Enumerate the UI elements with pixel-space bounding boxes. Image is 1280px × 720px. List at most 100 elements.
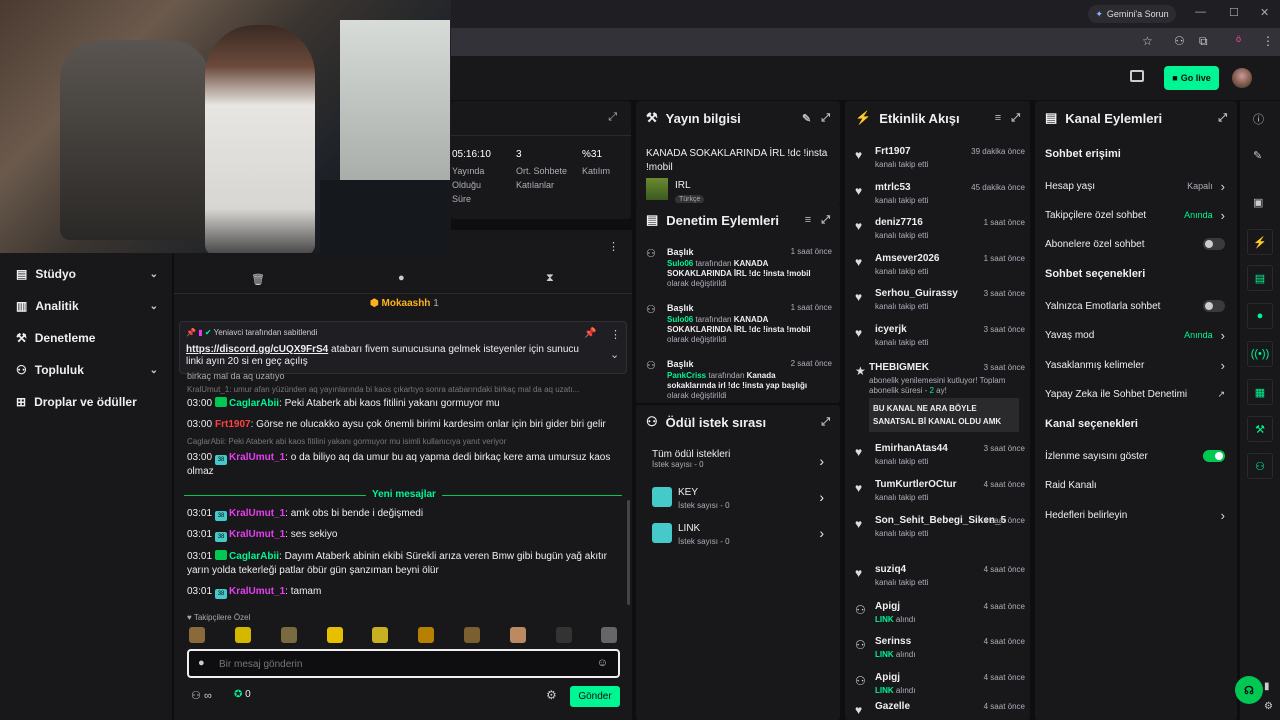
reward-row-link[interactable]: LINK İstek sayısı - 0 › bbox=[652, 523, 828, 553]
toggle-switch[interactable] bbox=[1203, 450, 1225, 462]
channel-action-row[interactable]: Hesap yaşı Kapalı › bbox=[1045, 177, 1225, 195]
chat-menu-icon[interactable]: ⋮ bbox=[608, 240, 619, 253]
star-icon[interactable]: ☆ bbox=[1142, 34, 1153, 48]
mod-action[interactable]: ⚇ Başlık 1 saat önce Sulo06 tarafından KANA… bbox=[646, 247, 832, 291]
gemini-button[interactable]: ✦ Gemini'a Sorun bbox=[1088, 5, 1176, 23]
popout-icon[interactable]: ⤢ bbox=[1011, 112, 1020, 125]
channel-action-row[interactable]: Yalnızca Emotlarla sohbet bbox=[1045, 297, 1225, 315]
edit-icon[interactable]: ✎ bbox=[1253, 149, 1262, 162]
sub-badge[interactable]: 38 bbox=[215, 532, 228, 542]
message-user[interactable]: CaglarAbii bbox=[229, 551, 279, 562]
emote-6[interactable] bbox=[418, 627, 434, 643]
unpin-icon[interactable]: 📌 bbox=[584, 328, 596, 339]
event-item[interactable]: ♥ Serhou_Guirassy 3 saat önce kanalı takip … bbox=[855, 288, 1025, 318]
channel-action-row[interactable]: Raid Kanalı bbox=[1045, 476, 1225, 494]
toggle-switch[interactable] bbox=[1203, 238, 1225, 250]
nav-studio[interactable]: ▤ Stüdyo ⌄ bbox=[16, 267, 158, 281]
pinned-message[interactable]: 📌 ▮ ✔ Yeniavci tarafından sabitlendi htt… bbox=[179, 321, 627, 374]
mod-action[interactable]: ⚇ Başlık 1 saat önce Sulo06 tarafından KANA… bbox=[646, 303, 832, 347]
message-user[interactable]: KralUmut_1 bbox=[229, 529, 285, 540]
emote-picker-icon[interactable]: ☺ bbox=[597, 657, 608, 669]
community-icon[interactable]: ⚇ bbox=[1247, 453, 1273, 479]
top-chatter[interactable]: ⬢ Mokaashh 1 bbox=[370, 298, 439, 309]
info-icon[interactable]: ⓘ bbox=[1253, 111, 1264, 127]
action-user[interactable]: Sulo06 bbox=[667, 315, 693, 324]
chat-message[interactable]: 03:01 38 KralUmut_1: ses sekiyo bbox=[187, 528, 617, 542]
chat-bubble-icon[interactable]: ● bbox=[1247, 303, 1273, 329]
avatar[interactable] bbox=[1232, 68, 1252, 88]
edit-icon[interactable]: ✎ bbox=[802, 112, 811, 125]
chat-message[interactable]: 03:00 CaglarAbii: Peki Ataberk abi kaos f… bbox=[187, 397, 617, 411]
reward-row-key[interactable]: KEY İstek sayısı - 0 › bbox=[652, 487, 828, 517]
message-user[interactable]: KralUmut_1 bbox=[229, 452, 285, 463]
event-item[interactable]: ⚇ Apigj 4 saat önce LINK alındı bbox=[855, 601, 1025, 631]
nav-community[interactable]: ⚇ Topluluk ⌄ bbox=[16, 363, 158, 377]
filter-icon[interactable]: ≡ bbox=[995, 112, 1001, 125]
nav-analytics[interactable]: ▥ Analitik ⌄ bbox=[16, 299, 158, 313]
camera-icon[interactable] bbox=[1130, 70, 1144, 82]
mod-action[interactable]: ⚇ Başlık 2 saat önce PankCriss tarafından K… bbox=[646, 359, 832, 403]
settings-icon[interactable]: ⚙ bbox=[1264, 701, 1273, 712]
nav-drops[interactable]: ⊞ Droplar ve ödüller bbox=[16, 395, 158, 409]
bits-info[interactable]: ⚇ ∞ bbox=[191, 689, 212, 702]
popout-icon[interactable]: ⤢ bbox=[821, 214, 830, 227]
event-item[interactable]: ♥ suziq4 4 saat önce kanalı takip etti bbox=[855, 564, 1025, 594]
broadcast-icon[interactable]: ((•)) bbox=[1247, 341, 1273, 367]
channel-points[interactable]: ✪ 0 bbox=[234, 689, 251, 700]
emote-4[interactable] bbox=[327, 627, 343, 643]
mic-icon[interactable]: ▮ bbox=[1264, 681, 1270, 692]
list-icon[interactable]: ▤ bbox=[1247, 265, 1273, 291]
pinned-link[interactable]: https://discord.gg/cUQX9FrS4 bbox=[186, 344, 328, 355]
chat-bubble-icon[interactable]: ● bbox=[398, 272, 405, 284]
popout-icon[interactable]: ⤢ bbox=[821, 112, 830, 125]
channel-action-row[interactable]: Yapay Zeka ile Sohbet Denetimi ↗ bbox=[1045, 385, 1225, 403]
emote-10[interactable] bbox=[601, 627, 617, 643]
popout-icon[interactable]: ⤢ bbox=[1218, 112, 1227, 125]
channel-action-row[interactable]: Yasaklanmış kelimeler › bbox=[1045, 356, 1225, 374]
filter-icon[interactable]: ≡ bbox=[805, 214, 811, 227]
vip-badge[interactable] bbox=[215, 550, 228, 560]
chat-scrollbar[interactable] bbox=[627, 500, 630, 605]
event-item[interactable]: ♥ Amsever2026 1 saat önce kanalı takip etti bbox=[855, 253, 1025, 283]
chat-message[interactable]: 03:00 Frt1907: Görse ne olucakko aysu çok… bbox=[187, 418, 617, 432]
message-user[interactable]: CaglarAbii bbox=[229, 398, 279, 409]
wrench-icon[interactable]: ⚒ bbox=[1247, 416, 1273, 442]
lightning-icon[interactable]: ⚡ bbox=[1247, 229, 1273, 255]
puzzle-icon[interactable]: ⧉ bbox=[1199, 34, 1208, 49]
chat-settings-icon[interactable]: ⚙ bbox=[546, 688, 557, 702]
channel-action-row[interactable]: Hedefleri belirleyin › bbox=[1045, 506, 1225, 524]
event-item[interactable]: ♥ mtrlc53 45 dakika önce kanalı takip etti bbox=[855, 182, 1025, 212]
hourglass-icon[interactable]: ⧗ bbox=[546, 272, 554, 285]
event-item[interactable]: ♥ Son_Sehit_Bebegi_Siken_5 4 saat önce kana… bbox=[855, 515, 1025, 545]
event-item[interactable]: ♥ EmirhanAtas44 3 saat önce kanalı takip et… bbox=[855, 443, 1025, 473]
emote-9[interactable] bbox=[556, 627, 572, 643]
emote-8[interactable] bbox=[510, 627, 526, 643]
emote-3[interactable] bbox=[281, 627, 297, 643]
maximize-icon[interactable]: ☐ bbox=[1229, 6, 1239, 19]
extension-icon[interactable]: ⚇ bbox=[1174, 34, 1185, 48]
headset-icon[interactable]: ☊ bbox=[1235, 676, 1263, 704]
action-user[interactable]: Sulo06 bbox=[667, 259, 693, 268]
chat-message[interactable]: 03:01 38 KralUmut_1: tamam bbox=[187, 585, 617, 599]
sub-badge[interactable]: 38 bbox=[215, 511, 228, 521]
profile-icon[interactable]: ö bbox=[1236, 34, 1241, 44]
camera-icon[interactable]: ▣ bbox=[1253, 196, 1263, 209]
channel-icon[interactable]: ▦ bbox=[1247, 379, 1273, 405]
popout-icon[interactable]: ⤢ bbox=[608, 111, 617, 124]
nav-moderation[interactable]: ⚒ Denetleme bbox=[16, 331, 158, 345]
send-button[interactable]: Gönder bbox=[570, 686, 620, 707]
sub-badge[interactable]: 38 bbox=[215, 455, 228, 465]
chat-message[interactable]: 03:01 38 KralUmut_1: amk obs bi bende i de… bbox=[187, 507, 617, 521]
sub-badge[interactable]: 38 bbox=[215, 589, 228, 599]
popout-icon[interactable]: ⤢ bbox=[821, 416, 830, 429]
channel-action-row[interactable]: Abonelere özel sohbet bbox=[1045, 235, 1225, 253]
channel-action-row[interactable]: Yavaş mod Anında › bbox=[1045, 326, 1225, 344]
sub-event[interactable]: ★ THEBIGMEK 3 saat önce abonelik yenilem… bbox=[855, 362, 1025, 432]
event-item[interactable]: ♥ Gazelle 4 saat önce bbox=[855, 701, 1025, 720]
chat-input[interactable]: ● Bir mesaj gönderin ☺ bbox=[187, 649, 620, 678]
emote-7[interactable] bbox=[464, 627, 480, 643]
chevron-down-icon[interactable]: ⌄ bbox=[610, 348, 619, 361]
message-user[interactable]: Frt1907 bbox=[215, 419, 251, 430]
menu-dots-icon[interactable]: ⋮ bbox=[1262, 34, 1274, 48]
trash-icon[interactable]: 🗑 bbox=[251, 273, 265, 286]
